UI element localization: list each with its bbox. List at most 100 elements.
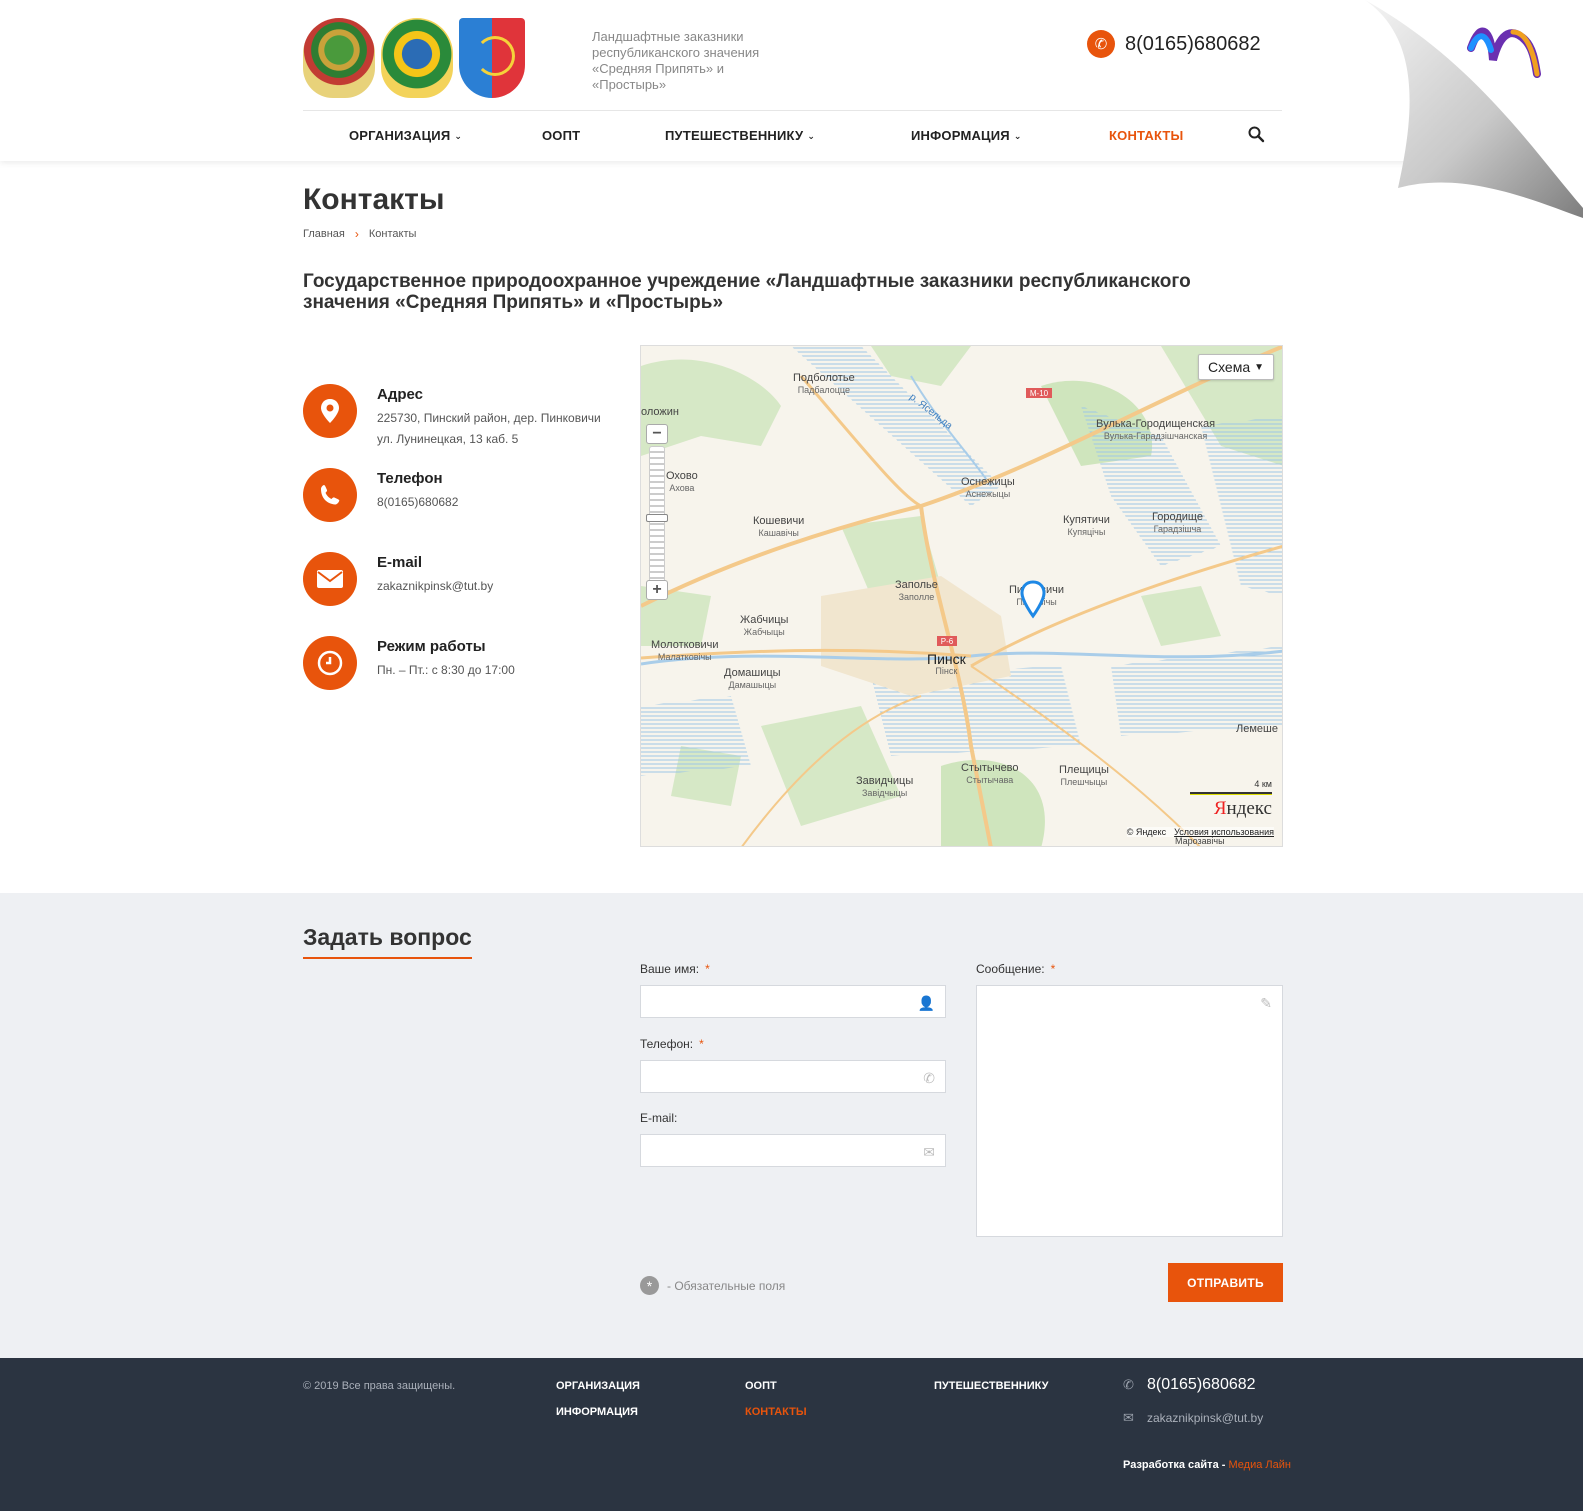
map-place-city: Пинск Пінск (927, 651, 966, 676)
main-nav: ОРГАНИЗАЦИЯ ⌄ ООПТ ПУТЕШЕСТВЕННИКУ ⌄ ИНФОР… (303, 111, 1282, 161)
contact-label: E-mail (377, 554, 423, 571)
map-place: Оснежицы Аснежыцы (961, 476, 1015, 499)
submit-button[interactable]: ОТПРАВИТЬ (1168, 1263, 1283, 1302)
map-type-dropdown[interactable]: Схема ▼ (1198, 354, 1274, 380)
site-header: Ландшафтные заказники республиканского з… (0, 0, 1583, 161)
contact-value: 225730, Пинский район, дер. Пинковичи ул… (377, 411, 601, 446)
phone-icon: ✆ (923, 1070, 935, 1086)
zoom-slider-handle[interactable] (646, 514, 668, 522)
breadcrumb: Главная › Контакты (303, 227, 416, 241)
yandex-map[interactable]: M-10 P-6 р. Ясельда Подболотье Падбалоцце… (640, 345, 1283, 847)
map-scale: 4 км (1190, 779, 1272, 795)
footer-link-traveler[interactable]: ПУТЕШЕСТВЕННИКУ (934, 1380, 1049, 1392)
envelope-icon: ✉ (923, 1144, 935, 1160)
question-title: Задать вопрос (303, 924, 472, 959)
contact-value: Пн. – Пт.: с 8:30 до 17:00 (377, 663, 515, 677)
map-place: Кошевичи Кашавічы (753, 515, 805, 538)
email-field[interactable]: ✉ (640, 1134, 946, 1167)
map-zoom-control: − + (646, 424, 670, 604)
required-fields-note: * - Обязательные поля (640, 1276, 785, 1295)
belarus-emblem-logo (303, 18, 375, 98)
envelope-icon (303, 552, 357, 606)
developer-credit: Разработка сайта - Медиа Лайн (1123, 1459, 1291, 1471)
svg-text:M-10: M-10 (1030, 389, 1049, 398)
map-place: Стытычево Стытычава (961, 762, 1019, 785)
footer-link-information[interactable]: ИНФОРМАЦИЯ (556, 1406, 638, 1418)
breadcrumb-current: Контакты (368, 228, 417, 240)
envelope-icon: ✉ (1123, 1410, 1134, 1425)
zoom-out-button[interactable]: − (646, 424, 668, 444)
name-label: Ваше имя: * (640, 962, 710, 976)
site-tagline: Ландшафтные заказники республиканского з… (592, 29, 760, 92)
yandex-logo[interactable]: Яндекс (1214, 798, 1272, 820)
nav-item-information[interactable]: ИНФОРМАЦИЯ ⌄ (911, 128, 1022, 143)
page-title: Контакты (303, 183, 445, 216)
map-place: Подболотье Падбалоцце (793, 372, 855, 395)
message-label: Сообщение: * (976, 962, 1056, 976)
map-place: Плещицы Плешчыцы (1059, 764, 1109, 787)
footer-link-organization[interactable]: ОРГАНИЗАЦИЯ (556, 1380, 640, 1392)
map-marker-icon[interactable] (1015, 580, 1051, 620)
footer-phone[interactable]: ✆ 8(0165)680682 (1123, 1376, 1256, 1394)
map-place: Вулька-Городищенская Вулька-Гарадзішчанск… (1096, 418, 1216, 441)
required-mark: * (699, 1037, 704, 1051)
footer-link-oopt[interactable]: ООПТ (745, 1380, 777, 1392)
phone-icon (303, 468, 357, 522)
nav-item-organization[interactable]: ОРГАНИЗАЦИЯ ⌄ (349, 128, 462, 143)
footer-link-contacts[interactable]: КОНТАКТЫ (745, 1406, 807, 1418)
svg-text:P-6: P-6 (941, 637, 954, 646)
map-pin-icon (303, 384, 357, 438)
contact-label: Режим работы (377, 638, 486, 655)
organization-title: Государственное природоохранное учрежден… (303, 271, 1191, 313)
contact-label: Телефон (377, 470, 443, 487)
page-curl-decoration (1365, 0, 1583, 218)
asterisk-icon: * (640, 1276, 659, 1295)
map-place: Охово Ахова (666, 470, 698, 493)
nav-item-contacts[interactable]: КОНТАКТЫ (1109, 128, 1183, 143)
message-textarea[interactable]: ✎ (976, 985, 1283, 1237)
map-place: Молотковичи Малатковічы (651, 639, 719, 662)
header-phone[interactable]: ✆ 8(0165)680682 (1087, 30, 1261, 58)
required-mark: * (705, 962, 710, 976)
required-mark: * (1050, 962, 1056, 976)
footer-copyright: © 2019 Все права защищены. (303, 1380, 456, 1392)
nav-item-oopt[interactable]: ООПТ (542, 128, 580, 143)
footer-email[interactable]: ✉ zakaznikpinsk@tut.by (1123, 1410, 1263, 1426)
pencil-icon: ✎ (1260, 995, 1272, 1011)
search-icon[interactable] (1247, 125, 1265, 143)
chevron-down-icon: ⌄ (1013, 131, 1022, 141)
zoom-in-button[interactable]: + (646, 580, 668, 600)
contact-value[interactable]: zakaznikpinsk@tut.by (377, 576, 617, 597)
chevron-down-icon: ⌄ (807, 131, 816, 141)
chevron-down-icon: ⌄ (454, 131, 463, 141)
question-section: Задать вопрос Ваше имя: * 👤 Телефон: * ✆ E… (0, 893, 1583, 1358)
caret-down-icon: ▼ (1254, 361, 1265, 373)
map-place: Жабчицы Жабчыцы (740, 614, 789, 637)
name-field[interactable]: 👤 (640, 985, 946, 1018)
user-icon: 👤 (917, 995, 935, 1011)
header-phone-number: 8(0165)680682 (1125, 32, 1261, 55)
header-logos[interactable] (303, 18, 525, 98)
map-attribution: © Яндекс Условия использования (1126, 827, 1274, 837)
map-copyright: © Яндекс (1126, 827, 1167, 837)
phone-field[interactable]: ✆ (640, 1060, 946, 1093)
phone-icon: ✆ (1123, 1377, 1134, 1392)
map-place: Городище Гарадзішча (1152, 511, 1203, 534)
map-terms-link[interactable]: Условия использования (1174, 827, 1274, 837)
nav-item-traveler[interactable]: ПУТЕШЕСТВЕННИКУ ⌄ (665, 128, 815, 143)
breadcrumb-home-link[interactable]: Главная (303, 228, 345, 240)
map-place: Лемеше (1236, 723, 1278, 735)
region-emblem-logo (381, 18, 453, 98)
map-place: Домашицы Дамашыцы (724, 667, 781, 690)
pinsk-emblem-logo (459, 18, 525, 98)
contact-value[interactable]: 8(0165)680682 (377, 492, 617, 513)
map-place: Завидчицы Завідчыцы (856, 775, 914, 798)
map-place: Купятичи Купяцічы (1063, 514, 1110, 537)
phone-icon: ✆ (1087, 30, 1115, 58)
email-label: E-mail: (640, 1111, 678, 1125)
breadcrumb-separator-icon: › (354, 227, 359, 241)
contact-label: Адрес (377, 386, 424, 403)
site-footer: © 2019 Все права защищены. ОРГАНИЗАЦИЯ И… (0, 1358, 1583, 1511)
map-place: Заполье Заполле (895, 579, 938, 602)
developer-link[interactable]: Медиа Лайн (1228, 1459, 1290, 1471)
